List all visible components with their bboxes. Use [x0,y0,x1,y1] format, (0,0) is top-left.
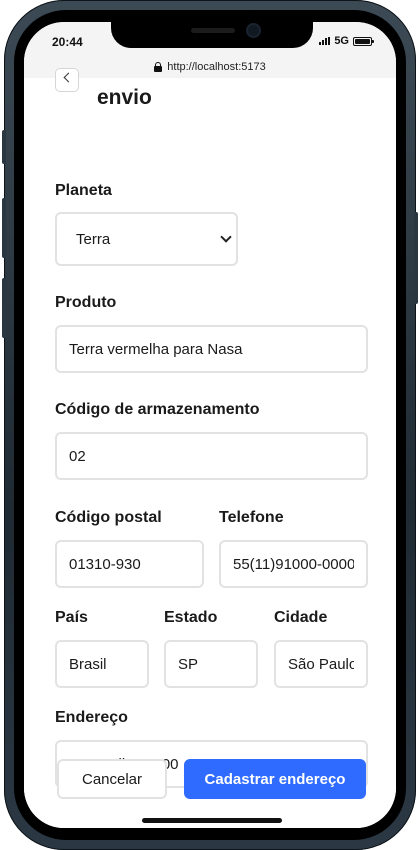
status-bar: 20:44 5G [24,22,396,56]
side-button-left-bottom [2,278,6,338]
register-address-button[interactable]: Cadastrar endereço [184,759,366,799]
front-camera [248,25,259,36]
speaker-grille [191,28,235,33]
side-button-left-middle [2,198,6,258]
signal-icon [319,37,331,45]
phone-input[interactable] [219,540,368,588]
home-indicator [142,818,282,823]
status-indicators: 5G [319,35,374,47]
city-input[interactable] [274,640,368,688]
shipping-form-page: envio Planeta Terra Produto Código de ar… [24,68,396,828]
country-label: País [55,609,88,626]
state-input[interactable] [164,640,258,688]
storage-code-input[interactable] [55,432,368,480]
planet-label: Planeta [55,182,112,199]
product-label: Produto [55,294,117,311]
side-button-right [414,212,418,304]
battery-icon [353,36,374,46]
product-input[interactable] [55,325,368,373]
postal-code-label: Código postal [55,509,162,526]
cancel-button[interactable]: Cancelar [57,759,167,799]
lock-icon [154,62,163,72]
page-title: envio [97,86,152,109]
phone-screen: 20:44 5G http://localhost:5173 envio Pla… [24,22,396,828]
network-type: 5G [334,35,349,47]
city-label: Cidade [274,609,328,626]
browser-url: http://localhost:5173 [167,61,266,73]
address-label: Endereço [55,709,128,726]
state-label: Estado [164,609,218,626]
status-time: 20:44 [52,35,83,49]
storage-code-label: Código de armazenamento [55,401,260,418]
country-input[interactable] [55,640,149,688]
notch [111,22,313,48]
postal-code-input[interactable] [55,540,204,588]
phone-label: Telefone [219,509,284,526]
browser-address-bar[interactable]: http://localhost:5173 [24,56,396,78]
planet-select[interactable]: Terra [55,212,238,266]
side-button-left-top [2,130,6,164]
back-button[interactable] [55,68,79,92]
